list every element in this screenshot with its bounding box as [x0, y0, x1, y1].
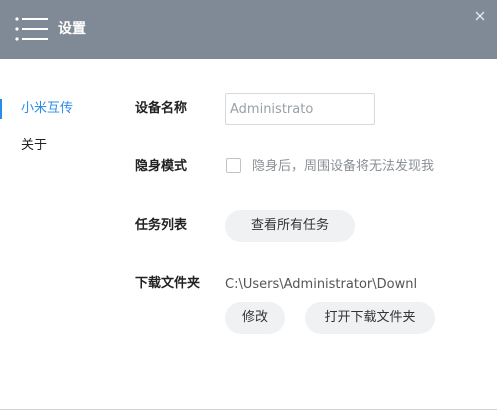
menu-icon[interactable]: [14, 15, 50, 43]
download-folder-label: 下载文件夹: [135, 276, 201, 291]
window-title: 设置: [58, 21, 86, 37]
stealth-mode-description: 隐身后，周围设备将无法发现我: [252, 159, 435, 174]
view-all-tasks-button[interactable]: 查看所有任务: [225, 210, 355, 242]
sidebar-item-label: 关于: [21, 138, 48, 153]
close-icon: [475, 11, 485, 21]
sidebar-item-mi-share[interactable]: 小米互传: [0, 95, 110, 123]
title-bar: 设置: [0, 0, 497, 59]
sidebar-item-label: 小米互传: [21, 101, 74, 116]
device-name-input[interactable]: [225, 93, 375, 125]
download-folder-path: C:\Users\Administrator\Downl: [225, 277, 418, 292]
device-name-label: 设备名称: [135, 101, 188, 116]
settings-window: 设置 小米互传 关于 设备名称 隐身模式 隐身后，周围设备将无法发现我 任务列表…: [0, 0, 497, 410]
sidebar: 小米互传 关于: [0, 95, 110, 169]
modify-folder-button[interactable]: 修改: [225, 302, 285, 334]
sidebar-item-about[interactable]: 关于: [0, 132, 110, 160]
stealth-mode-label: 隐身模式: [135, 159, 188, 174]
stealth-mode-checkbox[interactable]: [226, 158, 241, 173]
task-list-label: 任务列表: [135, 218, 188, 233]
close-button[interactable]: [470, 6, 490, 26]
open-download-folder-button[interactable]: 打开下载文件夹: [305, 302, 435, 334]
